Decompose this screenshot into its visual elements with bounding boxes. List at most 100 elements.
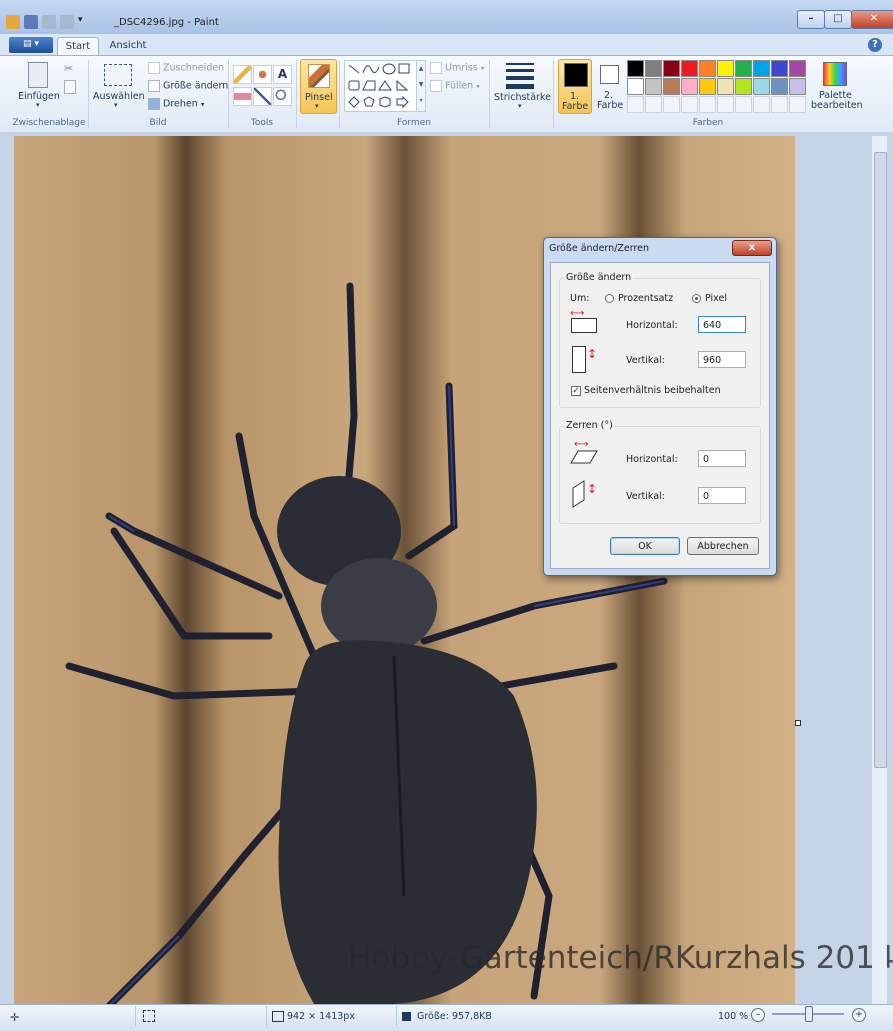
custom-color-slot[interactable] [753,96,770,113]
image-dimensions-icon [272,1011,284,1022]
eraser-icon[interactable] [233,87,252,106]
edit-colors-label-line2: bearbeiten [811,100,863,111]
palette-swatch[interactable] [735,60,752,77]
palette-swatch[interactable] [681,60,698,77]
outline-icon [430,62,442,74]
palette-swatch[interactable] [717,78,734,95]
palette-swatch[interactable] [699,78,716,95]
palette-swatch[interactable] [735,78,752,95]
zoom-in-button[interactable]: + [852,1008,866,1022]
chevron-down-icon: ▾ [36,101,40,109]
percent-radio[interactable] [605,294,614,303]
skew-horizontal-input[interactable]: 0 [698,450,746,467]
palette-swatch[interactable] [699,60,716,77]
stroke-size-button[interactable]: Strichstärke ▾ [492,60,551,112]
palette-swatch[interactable] [753,78,770,95]
palette-swatch[interactable] [627,78,644,95]
dialog-title: Größe ändern/Zerren [549,243,650,254]
tools-grid: A [233,65,293,109]
close-button[interactable]: ✕ [851,10,893,29]
palette-swatch[interactable] [771,60,788,77]
fill-button[interactable]: Füllen ▾ [430,80,480,92]
copy-icon[interactable] [64,80,76,94]
paste-button[interactable]: Einfügen ▾ [14,60,64,112]
pencil-icon[interactable] [233,65,252,84]
help-button[interactable]: ? [868,38,882,52]
color-picker-icon[interactable] [253,87,272,106]
palette-swatch[interactable] [789,60,806,77]
fill-bucket-icon[interactable] [253,65,272,84]
palette-swatch[interactable] [717,60,734,77]
customize-qat-icon[interactable]: ▾ [78,15,92,29]
color2-button[interactable]: 2. Farbe [594,59,624,112]
palette-swatch[interactable] [753,60,770,77]
cancel-button[interactable]: Abbrechen [687,537,759,555]
rotate-button[interactable]: Drehen ▾ [148,98,204,110]
brushes-button[interactable]: Pinsel ▾ [300,59,337,114]
scrollbar-thumb[interactable] [874,152,887,768]
vertical-resize-icon: ↕ [572,345,598,373]
edit-colors-button[interactable]: Palette bearbeiten [811,59,863,112]
crop-button[interactable]: Zuschneiden [148,62,224,74]
resize-button[interactable]: Größe ändern [148,80,228,92]
ok-button[interactable]: OK [610,537,680,555]
divider [296,60,297,128]
paint-app-icon[interactable] [6,15,20,29]
shapes-group-label: Formen [397,118,431,128]
custom-color-slot[interactable] [663,96,680,113]
file-size-icon [402,1012,411,1021]
palette-swatch[interactable] [663,60,680,77]
palette-swatch[interactable] [771,78,788,95]
palette-swatch[interactable] [645,78,662,95]
custom-color-slot[interactable] [627,96,644,113]
palette-swatch[interactable] [645,60,662,77]
text-tool-icon[interactable]: A [273,65,292,84]
palette-swatch[interactable] [681,78,698,95]
shapes-gallery[interactable] [344,60,418,112]
color2-label-line2: Farbe [597,100,624,111]
vertical-label: Vertikal: [626,355,665,366]
custom-color-slot[interactable] [735,96,752,113]
skew-group-label: Zerren (°) [564,420,615,431]
dialog-close-button[interactable]: x [732,240,772,256]
paint-menu-button[interactable]: ▤ ▾ [9,37,53,53]
resize-icon [148,80,160,92]
custom-color-slot[interactable] [699,96,716,113]
minimize-button[interactable]: – [797,10,825,29]
crop-icon [148,62,160,74]
tab-view[interactable]: Ansicht [104,37,152,56]
zoom-slider-thumb[interactable] [805,1006,813,1022]
canvas-resize-handle[interactable] [795,720,801,726]
brush-icon [308,64,330,88]
palette-swatch[interactable] [627,60,644,77]
palette-swatch[interactable] [663,78,680,95]
custom-color-slot[interactable] [771,96,788,113]
cut-icon[interactable]: ✂ [64,62,73,75]
custom-color-slot[interactable] [681,96,698,113]
vertical-input[interactable]: 960 [698,351,746,368]
color2-swatch [600,65,619,84]
pixel-radio[interactable] [692,294,701,303]
undo-icon[interactable] [42,15,56,29]
select-button[interactable]: Auswählen ▾ [92,60,145,112]
save-icon[interactable] [24,15,38,29]
skew-vertical-input[interactable]: 0 [698,487,746,504]
magnifier-icon[interactable] [273,87,292,106]
shapes-scroll[interactable]: ▲ ▼ ▾ [416,60,426,112]
redo-icon[interactable] [60,15,74,29]
tab-start[interactable]: Start [57,37,99,57]
palette-swatch[interactable] [789,78,806,95]
chevron-down-icon: ▾ [114,101,118,109]
color1-label-line2: Farbe [562,101,589,112]
custom-color-slot[interactable] [717,96,734,113]
clipboard-group-label: Zwischenablage [12,118,86,128]
maximize-button[interactable]: □ [824,10,852,29]
horizontal-input[interactable]: 640 [698,316,746,333]
outline-button[interactable]: Umriss ▾ [430,62,484,74]
custom-color-slot[interactable] [789,96,806,113]
window-controls: – □ ✕ [797,10,893,29]
custom-color-slot[interactable] [645,96,662,113]
keep-aspect-checkbox[interactable]: ✓ [571,386,581,396]
color1-button[interactable]: 1. Farbe [558,59,592,114]
zoom-out-button[interactable]: – [751,1008,765,1022]
